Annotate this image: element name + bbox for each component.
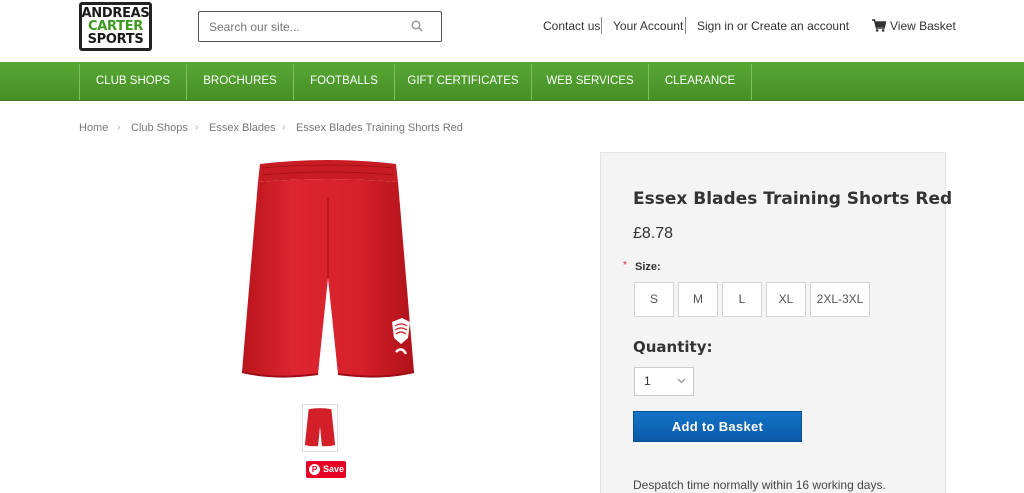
view-basket-link[interactable]: View Basket	[890, 19, 956, 33]
breadcrumb-separator: ›	[282, 122, 286, 133]
product-price: £8.78	[633, 225, 674, 242]
your-account-link[interactable]: Your Account	[613, 19, 683, 33]
despatch-note: Despatch time normally within 16 working…	[633, 478, 886, 492]
search-box	[198, 11, 442, 42]
sign-in-link[interactable]: Sign in or Create an account	[697, 19, 849, 33]
nav-divider	[751, 64, 752, 100]
breadcrumb-separator: ›	[195, 122, 199, 133]
cart-icon[interactable]	[872, 19, 886, 32]
breadcrumb-home[interactable]: Home	[79, 122, 108, 134]
required-marker: *	[623, 260, 627, 271]
nav-item-brochures[interactable]: BROCHURES	[187, 62, 293, 101]
breadcrumb-separator: ›	[117, 122, 121, 133]
nav-item-clearance[interactable]: CLEARANCE	[649, 62, 751, 101]
nav-item-footballs[interactable]: FOOTBALLS	[294, 62, 394, 101]
size-option-xl[interactable]: XL	[766, 282, 806, 317]
size-option-l[interactable]: L	[722, 282, 762, 317]
breadcrumb-current: Essex Blades Training Shorts Red	[296, 122, 463, 134]
add-to-basket-button[interactable]: Add to Basket	[633, 411, 802, 442]
size-option-s[interactable]: S	[634, 282, 674, 317]
contact-us-link[interactable]: Contact us	[543, 19, 600, 33]
size-option-m[interactable]: M	[678, 282, 718, 317]
product-title: Essex Blades Training Shorts Red	[633, 189, 953, 209]
top-link-divider	[685, 17, 686, 34]
top-link-divider	[601, 17, 602, 34]
chevron-down-icon	[677, 378, 686, 384]
size-label: Size:	[635, 261, 661, 273]
main-navigation: CLUB SHOPS BROCHURES FOOTBALLS GIFT CERT…	[0, 62, 1024, 101]
quantity-label: Quantity:	[633, 338, 713, 356]
nav-item-club-shops[interactable]: CLUB SHOPS	[80, 62, 186, 101]
pinterest-icon: P	[309, 464, 320, 475]
logo-line-3: SPORTS	[87, 32, 144, 47]
pinterest-save-button[interactable]: P Save	[306, 461, 346, 478]
nav-item-web-services[interactable]: WEB SERVICES	[532, 62, 648, 101]
quantity-value: 1	[644, 374, 651, 388]
nav-item-gift-certificates[interactable]: GIFT CERTIFICATES	[395, 62, 531, 101]
pin-save-label: Save	[323, 464, 345, 474]
site-logo[interactable]: ANDREAS CARTER SPORTS	[79, 2, 152, 51]
quantity-select[interactable]: 1	[634, 367, 694, 396]
search-icon[interactable]	[411, 20, 423, 32]
size-option-2xl-3xl[interactable]: 2XL-3XL	[810, 282, 870, 317]
breadcrumb-club-shops[interactable]: Club Shops	[131, 122, 188, 134]
product-thumbnail[interactable]	[302, 404, 338, 452]
search-input[interactable]	[199, 12, 399, 41]
product-image[interactable]	[240, 158, 416, 384]
site-header: ANDREAS CARTER SPORTS Contact us Your Ac…	[0, 0, 1024, 62]
breadcrumb-essex-blades[interactable]: Essex Blades	[209, 122, 276, 134]
